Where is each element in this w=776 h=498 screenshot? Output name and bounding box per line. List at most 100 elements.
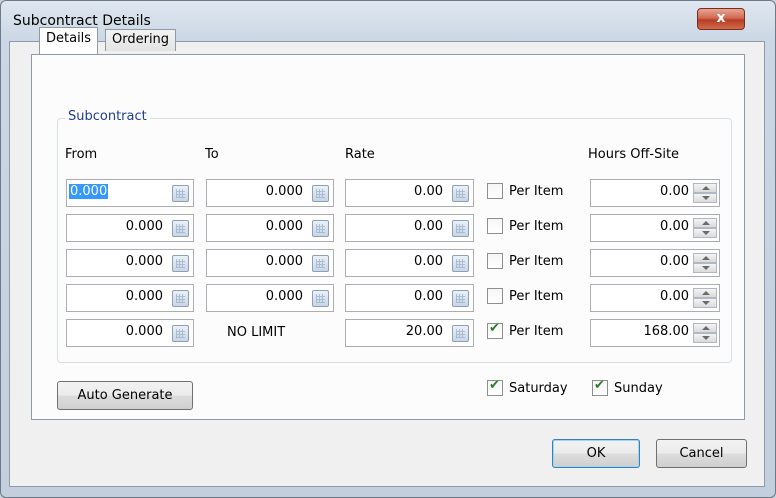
field-value: 0.00 bbox=[660, 254, 689, 269]
close-button[interactable]: x bbox=[697, 8, 745, 30]
field-value: 0.00 bbox=[414, 289, 443, 304]
auto-generate-button[interactable]: Auto Generate bbox=[57, 381, 193, 410]
calculator-icon[interactable] bbox=[172, 185, 189, 202]
field-value: 0.00 bbox=[660, 289, 689, 304]
spinner-icon[interactable] bbox=[693, 218, 717, 238]
sunday-label: Sunday bbox=[614, 381, 663, 396]
calculator-icon[interactable] bbox=[452, 255, 469, 272]
field-value: 0.000 bbox=[265, 254, 303, 269]
rate-field[interactable]: 0.00 bbox=[345, 284, 474, 312]
field-value: 0.000 bbox=[265, 184, 303, 199]
hours-off-site-field[interactable]: 0.00 bbox=[590, 214, 720, 242]
per-item-checkbox[interactable] bbox=[487, 253, 503, 269]
tab-details-label: Details bbox=[46, 31, 92, 46]
no-limit-label: NO LIMIT bbox=[227, 325, 286, 340]
from-field[interactable]: 0.000 bbox=[66, 214, 194, 242]
ok-button[interactable]: OK bbox=[552, 439, 640, 468]
hours-off-site-field[interactable]: 0.00 bbox=[590, 179, 720, 207]
cancel-label: Cancel bbox=[679, 446, 724, 461]
rate-field[interactable]: 0.00 bbox=[345, 249, 474, 277]
spinner-icon[interactable] bbox=[693, 183, 717, 203]
per-item-checkbox[interactable] bbox=[487, 288, 503, 304]
spin-up-button[interactable] bbox=[693, 253, 717, 263]
spin-down-button[interactable] bbox=[693, 333, 717, 343]
from-column-header: From bbox=[65, 147, 98, 162]
to-field[interactable]: 0.000 bbox=[206, 179, 334, 207]
from-field[interactable]: 0.000 bbox=[66, 179, 194, 207]
tab-ordering[interactable]: Ordering bbox=[105, 29, 177, 51]
spin-down-button[interactable] bbox=[693, 298, 717, 308]
subcontract-group-label: Subcontract bbox=[65, 109, 150, 124]
to-column-header: To bbox=[205, 147, 219, 162]
calculator-icon[interactable] bbox=[312, 185, 329, 202]
close-icon: x bbox=[716, 10, 726, 26]
per-item-label: Per Item bbox=[509, 324, 564, 339]
per-item-label: Per Item bbox=[509, 289, 564, 304]
hours-off-site-field[interactable]: 0.00 bbox=[590, 284, 720, 312]
sunday-checkbox[interactable] bbox=[592, 378, 608, 396]
calculator-icon[interactable] bbox=[452, 290, 469, 307]
field-value: 168.00 bbox=[643, 324, 690, 339]
to-field[interactable]: 0.000 bbox=[206, 214, 334, 242]
rate-column-header: Rate bbox=[345, 147, 375, 162]
spin-down-button[interactable] bbox=[693, 228, 717, 238]
calculator-icon[interactable] bbox=[452, 220, 469, 237]
field-value: 0.00 bbox=[414, 254, 443, 269]
field-value: 0.00 bbox=[414, 219, 443, 234]
per-item-label: Per Item bbox=[509, 254, 564, 269]
field-value: 0.000 bbox=[125, 324, 163, 339]
field-value: 0.000 bbox=[125, 289, 163, 304]
cancel-button[interactable]: Cancel bbox=[656, 439, 747, 468]
calculator-icon[interactable] bbox=[312, 220, 329, 237]
rate-field[interactable]: 0.00 bbox=[345, 214, 474, 242]
spin-up-button[interactable] bbox=[693, 218, 717, 228]
spinner-icon[interactable] bbox=[693, 288, 717, 308]
spin-up-button[interactable] bbox=[693, 288, 717, 298]
field-value: 0.000 bbox=[125, 254, 163, 269]
ok-label: OK bbox=[586, 446, 606, 461]
from-field[interactable]: 0.000 bbox=[66, 319, 194, 347]
field-value: 0.000 bbox=[265, 219, 303, 234]
rate-field[interactable]: 20.00 bbox=[345, 319, 474, 347]
field-value: 0.000 bbox=[69, 184, 109, 199]
calculator-icon[interactable] bbox=[312, 290, 329, 307]
rate-field[interactable]: 0.00 bbox=[345, 179, 474, 207]
tab-ordering-label: Ordering bbox=[112, 32, 170, 47]
spinner-icon[interactable] bbox=[693, 323, 717, 343]
spin-up-button[interactable] bbox=[693, 323, 717, 333]
per-item-checkbox[interactable] bbox=[487, 218, 503, 234]
from-field[interactable]: 0.000 bbox=[66, 284, 194, 312]
per-item-label: Per Item bbox=[509, 184, 564, 199]
per-item-checkbox[interactable] bbox=[487, 321, 503, 339]
to-field[interactable]: 0.000 bbox=[206, 284, 334, 312]
spin-down-button[interactable] bbox=[693, 263, 717, 273]
calculator-icon[interactable] bbox=[452, 185, 469, 202]
saturday-label: Saturday bbox=[509, 381, 568, 396]
from-field[interactable]: 0.000 bbox=[66, 249, 194, 277]
calculator-icon[interactable] bbox=[172, 220, 189, 237]
calculator-icon[interactable] bbox=[172, 255, 189, 272]
field-value: 20.00 bbox=[405, 324, 443, 339]
field-value: 0.00 bbox=[660, 184, 689, 199]
calculator-icon[interactable] bbox=[452, 325, 469, 342]
tab-details[interactable]: Details bbox=[39, 27, 99, 54]
hours-column-header: Hours Off-Site bbox=[588, 147, 680, 162]
field-value: 0.000 bbox=[125, 219, 163, 234]
to-field[interactable]: 0.000 bbox=[206, 249, 334, 277]
per-item-label: Per Item bbox=[509, 219, 564, 234]
saturday-checkbox[interactable] bbox=[487, 378, 503, 396]
calculator-icon[interactable] bbox=[172, 325, 189, 342]
field-value: 0.00 bbox=[414, 184, 443, 199]
subcontract-details-window: Subcontract Details x Details Ordering S… bbox=[0, 0, 776, 498]
per-item-checkbox[interactable] bbox=[487, 183, 503, 199]
field-value: 0.000 bbox=[265, 289, 303, 304]
calculator-icon[interactable] bbox=[172, 290, 189, 307]
calculator-icon[interactable] bbox=[312, 255, 329, 272]
spin-down-button[interactable] bbox=[693, 193, 717, 203]
spin-up-button[interactable] bbox=[693, 183, 717, 193]
auto-generate-label: Auto Generate bbox=[77, 388, 173, 403]
hours-off-site-field[interactable]: 0.00 bbox=[590, 249, 720, 277]
field-value: 0.00 bbox=[660, 219, 689, 234]
spinner-icon[interactable] bbox=[693, 253, 717, 273]
hours-off-site-field[interactable]: 168.00 bbox=[590, 319, 720, 347]
